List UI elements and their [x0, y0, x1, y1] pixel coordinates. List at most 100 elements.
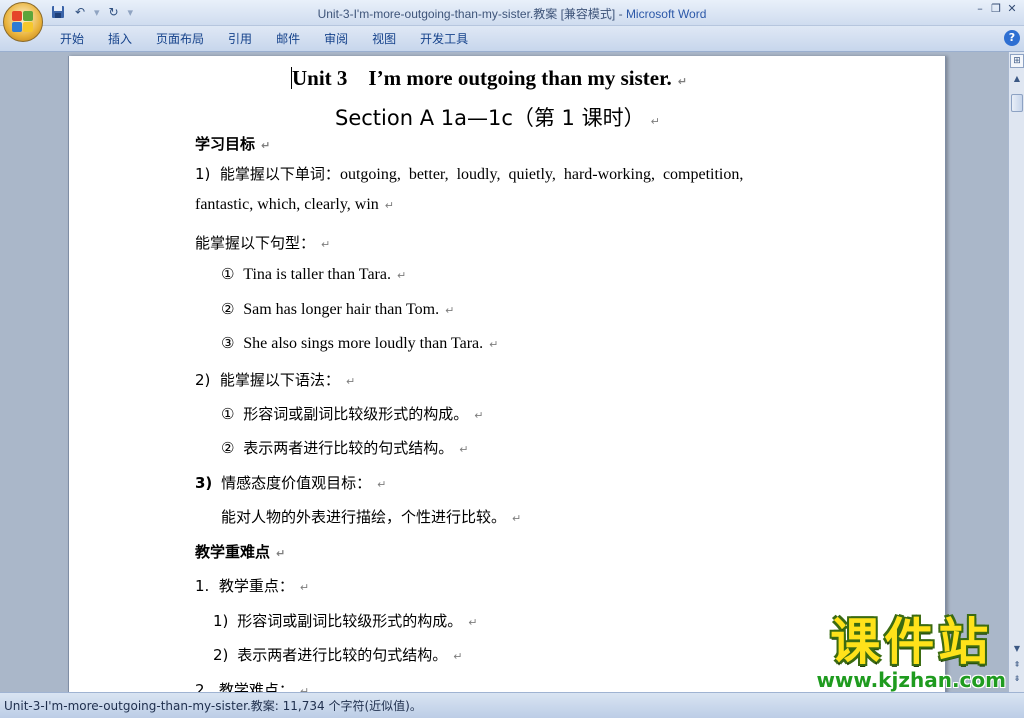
pattern-item: ① Tina is taller than Tara. ↵ — [221, 265, 406, 284]
tab-review[interactable]: 审阅 — [312, 31, 360, 47]
pattern-num: ① — [221, 265, 235, 283]
goal3-text-line: 能对人物的外表进行描绘，个性进行比较。 ↵ — [221, 506, 521, 527]
paragraph-mark-icon: ↵ — [459, 443, 469, 456]
paragraph-mark-icon: ↵ — [445, 304, 455, 317]
document-title: Unit-3-I'm-more-outgoing-than-my-sister.… — [317, 7, 616, 21]
paragraph-mark-icon: ↵ — [377, 478, 387, 491]
patterns-label-line: 能掌握以下句型： ↵ — [195, 232, 330, 253]
key2-line: 2. 教学难点： ↵ — [195, 679, 309, 692]
pattern-text: She also sings more loudly than Tara. — [243, 335, 484, 352]
ruler-toggle-icon[interactable]: ⊞ — [1010, 54, 1024, 68]
tab-developer[interactable]: 开发工具 — [408, 31, 480, 47]
vertical-scrollbar[interactable]: ⊞ ▲ ▼ ⇞ ⇟ — [1008, 52, 1024, 692]
key2-label: 2. 教学难点： — [195, 681, 294, 692]
document-workspace[interactable]: Unit 3 I’m more outgoing than my sister.… — [0, 52, 1008, 692]
goal3-text: 能对人物的外表进行描绘，个性进行比较。 — [221, 508, 507, 526]
pattern-text: Sam has longer hair than Tom. — [243, 301, 440, 318]
window-title: Unit-3-I'm-more-outgoing-than-my-sister.… — [0, 5, 1024, 22]
tab-insert[interactable]: 插入 — [96, 31, 144, 47]
grammar-item: ② 表示两者进行比较的句式结构。 ↵ — [221, 437, 468, 458]
patterns-label: 能掌握以下句型： — [195, 234, 316, 252]
goal3-line: 3) 情感态度价值观目标： ↵ — [195, 472, 386, 493]
goal1-label: 1) 能掌握以下单词： — [195, 165, 340, 183]
pattern-item: ③ She also sings more loudly than Tara. ↵ — [221, 334, 498, 353]
key-heading-text: 教学重难点 — [195, 543, 271, 561]
doc-subtitle: Section A 1a—1c（第 1 课时） — [335, 106, 645, 130]
paragraph-mark-icon: ↵ — [261, 139, 271, 152]
previous-page-icon[interactable]: ⇞ — [1010, 658, 1024, 672]
goals-heading-text: 学习目标 — [195, 135, 256, 153]
tab-view[interactable]: 视图 — [360, 31, 408, 47]
paragraph-mark-icon: ↵ — [650, 115, 660, 128]
ribbon-tabs: 开始 插入 页面布局 引用 邮件 审阅 视图 开发工具 — [48, 31, 480, 47]
paragraph-mark-icon: ↵ — [345, 375, 356, 388]
office-logo-icon — [12, 11, 34, 33]
key1-text: 表示两者进行比较的句式结构。 — [237, 646, 448, 664]
paragraph-mark-icon: ↵ — [276, 547, 286, 560]
help-icon[interactable]: ? — [1004, 30, 1020, 46]
paragraph-mark-icon: ↵ — [321, 238, 331, 251]
pattern-text: Tina is taller than Tara. — [243, 266, 391, 283]
restore-icon[interactable]: ❐ — [990, 2, 1002, 16]
paragraph-mark-icon: ↵ — [299, 581, 310, 594]
tab-home[interactable]: 开始 — [48, 31, 96, 47]
doc-title: Unit 3 I’m more outgoing than my sister. — [292, 66, 672, 90]
paragraph-mark-icon: ↵ — [299, 685, 310, 692]
tab-page-layout[interactable]: 页面布局 — [144, 31, 216, 47]
window-controls: – ❐ ✕ — [974, 2, 1018, 16]
paragraph-mark-icon: ↵ — [384, 199, 394, 212]
close-icon[interactable]: ✕ — [1006, 2, 1018, 16]
scroll-up-icon[interactable]: ▲ — [1010, 72, 1024, 86]
key1-item: 1) 形容词或副词比较级形式的构成。 ↵ — [213, 610, 477, 631]
goal2-label: 2) 能掌握以下语法： — [195, 371, 340, 389]
watermark-url: www.kjzhan.com — [816, 668, 1006, 692]
key1-line: 1. 教学重点： ↵ — [195, 575, 309, 596]
pattern-item: ② Sam has longer hair than Tom. ↵ — [221, 300, 454, 319]
paragraph-mark-icon: ↵ — [474, 409, 484, 422]
pattern-num: ③ — [221, 334, 235, 352]
paragraph-mark-icon: ↵ — [677, 75, 687, 88]
title-separator: - — [615, 7, 626, 21]
key1-text: 形容词或副词比较级形式的构成。 — [237, 612, 463, 630]
key1-label: 1. 教学重点： — [195, 577, 294, 595]
grammar-num: ② — [221, 439, 235, 457]
document-page[interactable]: Unit 3 I’m more outgoing than my sister.… — [68, 56, 946, 692]
minimize-icon[interactable]: – — [974, 2, 986, 16]
watermark-title: 课件站 — [830, 613, 993, 671]
grammar-text: 表示两者进行比较的句式结构。 — [243, 439, 454, 457]
goal2-line: 2) 能掌握以下语法： ↵ — [195, 369, 355, 390]
status-bar: Unit-3-I'm-more-outgoing-than-my-sister.… — [0, 692, 1024, 718]
paragraph-mark-icon: ↵ — [468, 616, 478, 629]
paragraph-mark-icon: ↵ — [453, 650, 463, 663]
office-button[interactable] — [3, 2, 43, 42]
key1-item: 2) 表示两者进行比较的句式结构。 ↵ — [213, 644, 462, 665]
grammar-text: 形容词或副词比较级形式的构成。 — [243, 405, 469, 423]
tab-references[interactable]: 引用 — [216, 31, 264, 47]
key1-num: 2) — [213, 646, 229, 664]
scrollbar-thumb[interactable] — [1011, 94, 1023, 112]
key-heading: 教学重难点 ↵ — [195, 541, 285, 562]
paragraph-mark-icon: ↵ — [512, 512, 522, 525]
goal1-line: 1) 能掌握以下单词：outgoing, better, loudly, qui… — [195, 163, 743, 184]
ribbon: 开始 插入 页面布局 引用 邮件 审阅 视图 开发工具 ? — [0, 26, 1024, 52]
goals-heading: 学习目标 ↵ — [195, 133, 270, 154]
goal1-words-line2: fantastic, which, clearly, win ↵ — [195, 196, 394, 214]
next-page-icon[interactable]: ⇟ — [1010, 672, 1024, 686]
app-name: Microsoft Word — [625, 7, 707, 21]
grammar-num: ① — [221, 405, 235, 423]
title-bar: ↶ ▾ ↻ ▾ Unit-3-I'm-more-outgoing-than-my… — [0, 0, 1024, 26]
status-text: Unit-3-I'm-more-outgoing-than-my-sister.… — [4, 699, 422, 713]
scroll-down-icon[interactable]: ▼ — [1010, 642, 1024, 656]
document-title-line: Unit 3 I’m more outgoing than my sister.… — [291, 66, 687, 91]
goal3-label: 情感态度价值观目标： — [221, 474, 372, 492]
tab-mailings[interactable]: 邮件 — [264, 31, 312, 47]
paragraph-mark-icon: ↵ — [396, 269, 407, 282]
watermark-logo: 课件站 www.kjzhan.com — [816, 615, 1006, 691]
grammar-item: ① 形容词或副词比较级形式的构成。 ↵ — [221, 403, 483, 424]
document-subtitle-line: Section A 1a—1c（第 1 课时） ↵ — [335, 102, 660, 132]
goal3-num: 3) — [195, 474, 213, 492]
pattern-num: ② — [221, 300, 235, 318]
key1-num: 1) — [213, 612, 229, 630]
paragraph-mark-icon: ↵ — [489, 338, 499, 351]
goal1-words: outgoing, better, loudly, quietly, hard-… — [339, 166, 744, 183]
